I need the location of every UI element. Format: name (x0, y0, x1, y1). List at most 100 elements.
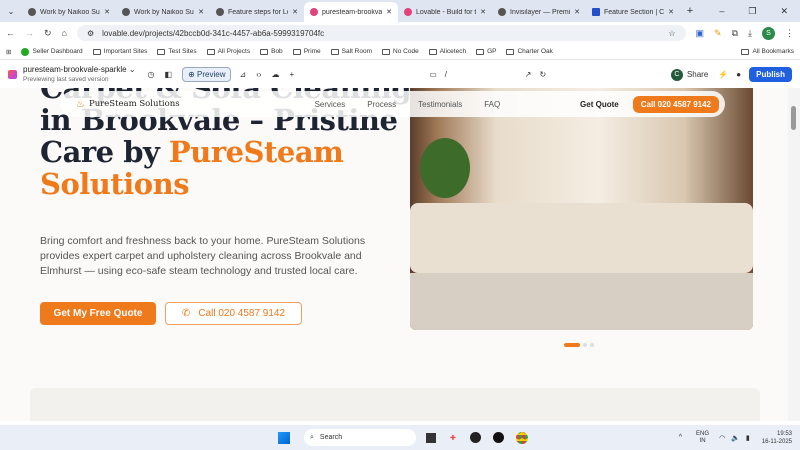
windows-start-icon[interactable] (278, 431, 290, 444)
publish-button[interactable]: Publish (749, 67, 792, 82)
site-icon (28, 8, 36, 16)
add-icon[interactable]: + (290, 70, 295, 79)
github-icon[interactable]: ● (736, 70, 741, 79)
scrollbar[interactable] (788, 88, 800, 421)
bookmark-folder[interactable]: Charter Oak (506, 48, 553, 55)
call-nav-button[interactable]: Call 020 4587 9142 (632, 95, 719, 113)
analytics-icon[interactable]: ⊿ (239, 70, 246, 79)
forward-icon[interactable]: → (25, 28, 34, 38)
taskbar-app-icon[interactable] (492, 432, 504, 443)
volume-icon[interactable]: 🔈 (731, 434, 740, 442)
site-icon (592, 8, 600, 16)
bookmark[interactable]: Seller Dashboard (21, 47, 83, 56)
site-info-icon[interactable]: ⚙ (87, 29, 94, 38)
refresh-icon[interactable]: ↻ (539, 70, 546, 79)
carousel-dot[interactable] (590, 343, 594, 347)
home-icon[interactable]: ⌂ (62, 28, 67, 38)
menu-icon[interactable]: ⋮ (785, 28, 794, 39)
taskbar-app-icon[interactable] (469, 432, 481, 443)
bookmark-folder[interactable]: Bob (260, 48, 283, 55)
all-bookmarks[interactable]: All Bookmarks (741, 48, 794, 55)
bookmark-folder[interactable]: Alicetech (428, 48, 466, 55)
close-icon[interactable]: ✕ (104, 8, 110, 16)
language-indicator[interactable]: ENG IN (696, 431, 709, 445)
user-avatar[interactable]: C (670, 68, 683, 81)
carousel-dot[interactable] (583, 343, 587, 347)
browser-tab-active[interactable]: puresteam-brookval ✕ (304, 2, 398, 22)
bookmark-folder[interactable]: Important Sites (92, 48, 147, 55)
close-icon[interactable]: ✕ (480, 8, 486, 16)
cloud-icon[interactable]: ☁ (272, 70, 280, 79)
bookmark-folder[interactable]: Prime (292, 48, 321, 55)
site-preview: Carpet & Sofa Cleaning in Brookvale – Pr… (0, 88, 788, 421)
close-icon[interactable]: ✕ (668, 8, 674, 16)
bolt-icon[interactable]: ⚡ (718, 70, 728, 79)
nav-link-process[interactable]: Process (367, 100, 396, 109)
chrome-icon[interactable] (515, 431, 528, 444)
close-icon[interactable]: ✕ (386, 8, 392, 16)
get-quote-link[interactable]: Get Quote (580, 100, 619, 109)
call-button[interactable]: ✆ Call 020 4587 9142 (165, 302, 302, 325)
device-icon[interactable]: ▭ (429, 70, 437, 79)
battery-icon[interactable]: ▮ (746, 434, 750, 442)
pen-icon[interactable]: ✎ (714, 28, 722, 39)
tab-list-icon[interactable]: ⌄ (0, 7, 22, 16)
folder-icon (292, 48, 301, 55)
site-icon (122, 8, 130, 16)
nav-link-faq[interactable]: FAQ (484, 100, 500, 109)
scrollbar-thumb[interactable] (791, 106, 796, 130)
bookmark-folder[interactable]: No Code (382, 48, 419, 55)
browser-tab[interactable]: Lovable - Build for t ✕ (398, 2, 492, 22)
bookmark-folder[interactable]: All Projects (206, 48, 250, 55)
free-quote-button[interactable]: Get My Free Quote (40, 302, 156, 325)
browser-tab[interactable]: Invisilayer — Premiu ✕ (492, 2, 586, 22)
bookmark-folder[interactable]: GP (476, 48, 496, 55)
extensions-icon[interactable]: ⧉ (732, 28, 738, 39)
taskbar-search[interactable]: ⌕ Search (304, 429, 416, 446)
history-icon[interactable]: ◷ (148, 70, 155, 79)
carousel-dot-active[interactable] (564, 343, 580, 347)
download-icon[interactable]: ⤓ (748, 28, 752, 39)
hero-image-sofa (410, 88, 753, 330)
browser-tab[interactable]: Feature steps for Lov ✕ (210, 2, 304, 22)
brand-name[interactable]: PureSteam Solutions (89, 99, 180, 109)
nav-link-services[interactable]: Services (315, 100, 346, 109)
profile-avatar[interactable]: S (762, 26, 775, 40)
minimize-button[interactable]: – (719, 6, 724, 17)
apps-icon[interactable]: ⊞ (6, 48, 11, 56)
bookmark-folder[interactable]: Salt Room (330, 48, 372, 55)
browser-tab[interactable]: Feature Section | Co ✕ (586, 2, 680, 22)
clock[interactable]: 19:53 16-11-2025 (762, 430, 792, 446)
reload-icon[interactable]: ↻ (44, 28, 52, 39)
back-icon[interactable]: ← (6, 28, 15, 38)
close-icon[interactable]: ✕ (198, 8, 204, 16)
folder-icon (330, 48, 339, 55)
address-bar-row: ← → ↻ ⌂ ⚙ lovable.dev/projects/42bccb0d-341c… (0, 22, 800, 44)
close-window-button[interactable]: ✕ (780, 6, 788, 17)
extension-icon[interactable]: ▣ (696, 28, 705, 39)
browser-tab[interactable]: Work by Naikoo Suh ✕ (116, 2, 210, 22)
chevron-up-icon[interactable]: ^ (679, 434, 682, 441)
preview-button[interactable]: ⊕ Preview (182, 67, 232, 82)
restore-button[interactable]: ❐ (748, 6, 756, 17)
taskbar-app-icon[interactable] (426, 432, 436, 443)
close-icon[interactable]: ✕ (292, 8, 298, 16)
wifi-icon[interactable]: ◠ (719, 434, 725, 442)
url-input[interactable]: ⚙ lovable.dev/projects/42bccb0d-341c-4457… (76, 25, 686, 41)
star-icon[interactable]: ☆ (668, 29, 675, 38)
share-button[interactable]: Share (687, 70, 708, 79)
project-menu[interactable]: puresteam-brookvale-sparkle ⌄ Previewing… (23, 65, 136, 85)
sidebar-toggle-icon[interactable]: ◧ (165, 70, 173, 79)
taskbar-app-icon[interactable]: ✚ (450, 434, 456, 442)
sofa-image (410, 203, 753, 273)
open-external-icon[interactable]: ↗ (525, 70, 532, 79)
nav-link-testimonials[interactable]: Testimonials (418, 100, 462, 109)
close-icon[interactable]: ✕ (574, 8, 580, 16)
path-input[interactable]: / (445, 70, 525, 79)
new-tab-button[interactable]: + (680, 5, 700, 17)
bookmark-folder[interactable]: Test Sites (157, 48, 197, 55)
browser-tab[interactable]: Work by Naikoo Suh ✕ (22, 2, 116, 22)
code-icon[interactable]: ‹› (256, 70, 261, 79)
lovable-icon (404, 8, 412, 16)
carousel-dots[interactable] (564, 343, 594, 347)
